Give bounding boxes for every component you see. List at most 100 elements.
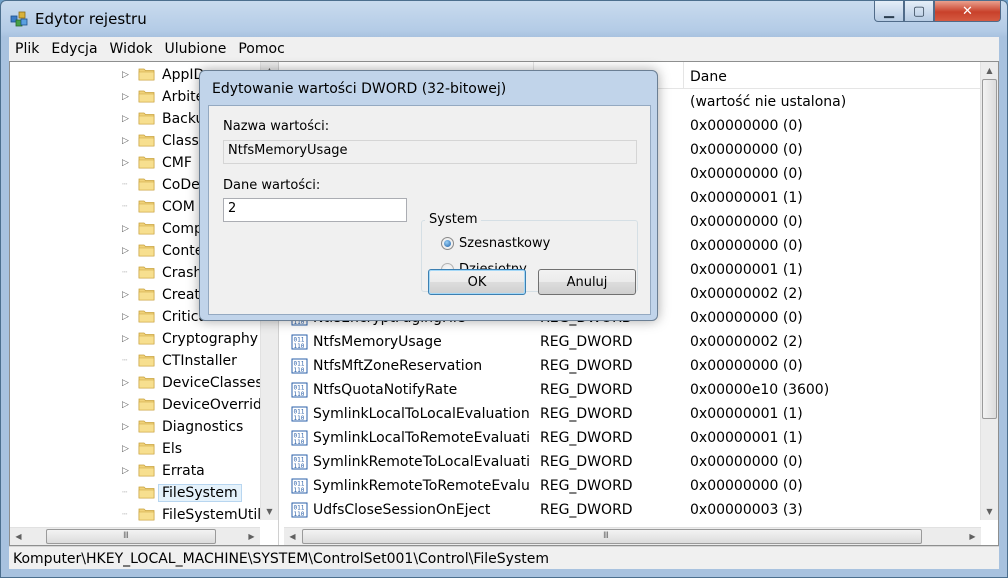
value-data-cell: 0x00000003 (3) (690, 502, 803, 518)
svg-text:110: 110 (294, 343, 305, 350)
folder-icon (138, 222, 155, 235)
expand-arrow-icon[interactable]: ▷ (122, 400, 132, 410)
title-bar[interactable]: Edytor rejestru ▁ ▢ ✕ (1, 1, 1007, 37)
radio-checked-icon (441, 237, 454, 250)
tree-item[interactable]: ▷ Els (10, 438, 260, 460)
scroll-right-icon[interactable]: ▶ (243, 528, 260, 545)
tree-item[interactable]: ┄ FileSystem (10, 482, 260, 504)
list-row[interactable]: 011 110 NtfsMftZoneReservation REG_DWORD 0x0… (284, 354, 981, 378)
list-vscroll-thumb[interactable] (982, 79, 997, 419)
expand-arrow-icon[interactable]: ▷ (122, 422, 132, 432)
menu-edycja[interactable]: Edycja (45, 41, 103, 57)
expand-arrow-icon[interactable]: ▷ (122, 92, 132, 102)
value-name-cell: NtfsMemoryUsage (313, 334, 442, 350)
list-row[interactable]: 011 110 NtfsQuotaNotifyRate REG_DWORD 0x0000… (284, 378, 981, 402)
value-name-cell: UdfsCloseSessionOnEject (313, 502, 491, 518)
scroll-left-icon[interactable]: ◀ (284, 528, 301, 545)
tree-item-label: CMF (162, 155, 192, 171)
scroll-down-icon[interactable]: ▼ (981, 503, 998, 520)
value-name-cell: SymlinkLocalToLocalEvaluation (313, 406, 530, 422)
expand-arrow-icon[interactable]: ▷ (122, 224, 132, 234)
column-header-data[interactable]: Dane (684, 62, 984, 88)
folder-icon (138, 486, 155, 499)
expand-arrow-icon[interactable]: ▷ (122, 444, 132, 454)
svg-text:110: 110 (294, 415, 305, 422)
tree-item-label: Diagnostics (162, 419, 244, 435)
expand-arrow-icon[interactable]: ▷ (122, 466, 132, 476)
value-name-cell: SymlinkRemoteToRemoteEvalu... (313, 478, 531, 494)
expand-arrow-icon[interactable]: ▷ (122, 158, 132, 168)
folder-icon (138, 90, 155, 103)
folder-icon (138, 244, 155, 257)
cancel-button[interactable]: Anuluj (538, 269, 636, 295)
close-button[interactable]: ✕ (934, 1, 1001, 22)
list-vertical-scrollbar[interactable]: ▲ ▼ (980, 62, 998, 520)
expand-arrow-icon[interactable]: ▷ (122, 290, 132, 300)
tree-item[interactable]: ▷ Diagnostics (10, 416, 260, 438)
tree-line-icon: ┄ (122, 510, 128, 520)
value-data-cell: 0x00000001 (1) (690, 190, 803, 206)
list-horizontal-scrollbar[interactable]: ◀ III ▶ (284, 527, 981, 545)
menu-plik[interactable]: Plik (9, 41, 45, 57)
list-row[interactable]: 011 110 SymlinkRemoteToLocalEvaluati... REG… (284, 450, 981, 474)
scroll-down-icon[interactable]: ▼ (261, 503, 278, 520)
value-name-cell: SymlinkRemoteToLocalEvaluati... (313, 454, 531, 470)
radio-hexadecimal[interactable]: Szesnastkowy (441, 236, 550, 251)
value-name-field[interactable]: NtfsMemoryUsage (223, 140, 637, 164)
expand-arrow-icon[interactable]: ▷ (122, 246, 132, 256)
value-data-input[interactable]: 2 (223, 198, 407, 222)
svg-text:110: 110 (294, 487, 305, 494)
list-row[interactable]: 011 110 NtfsMemoryUsage REG_DWORD 0x00000002… (284, 330, 981, 354)
expand-arrow-icon[interactable]: ▷ (122, 378, 132, 388)
value-type-cell: REG_DWORD (540, 454, 633, 470)
tree-line-icon: ┄ (122, 268, 128, 278)
value-type-cell: REG_DWORD (540, 382, 633, 398)
folder-icon (138, 420, 155, 433)
menu-ulubione[interactable]: Ulubione (159, 41, 233, 57)
folder-icon (138, 200, 155, 213)
tree-item[interactable]: ┄ CTInstaller (10, 350, 260, 372)
ok-button[interactable]: OK (428, 269, 526, 295)
tree-hscroll-thumb[interactable]: III (46, 529, 216, 544)
value-name-cell: SymlinkLocalToRemoteEvaluati... (313, 430, 531, 446)
maximize-button[interactable]: ▢ (904, 1, 934, 22)
minimize-button[interactable]: ▁ (874, 1, 904, 22)
folder-icon (138, 310, 155, 323)
tree-item[interactable]: ▷ DeviceClasses (10, 372, 260, 394)
tree-item[interactable]: ▷ DeviceOverrid (10, 394, 260, 416)
list-row[interactable]: 011 110 SymlinkRemoteToRemoteEvalu... REG_D… (284, 474, 981, 498)
folder-icon (138, 354, 155, 367)
folder-icon (138, 134, 155, 147)
scroll-left-icon[interactable]: ◀ (10, 528, 27, 545)
expand-arrow-icon[interactable]: ▷ (122, 114, 132, 124)
dialog-body: Nazwa wartości: NtfsMemoryUsage Dane war… (208, 105, 651, 315)
tree-item[interactable]: ▷ Errata (10, 460, 260, 482)
dword-value-icon: 011110 (291, 502, 308, 518)
tree-item[interactable]: ┄ FileSystemUtili (10, 504, 260, 526)
list-row[interactable]: 011 110 SymlinkLocalToRemoteEvaluati... REG… (284, 426, 981, 450)
expand-arrow-icon[interactable]: ▷ (122, 334, 132, 344)
expand-arrow-icon[interactable]: ▷ (122, 70, 132, 80)
value-name-cell: NtfsMftZoneReservation (313, 358, 483, 374)
list-row[interactable]: 011 110 UdfsCloseSessionOnEject REG_DWORD 0x… (284, 498, 981, 522)
menu-widok[interactable]: Widok (104, 41, 159, 57)
expand-arrow-icon[interactable]: ▷ (122, 312, 132, 322)
value-data-label: Dane wartości: (223, 178, 321, 193)
scroll-up-icon[interactable]: ▲ (981, 62, 998, 79)
expand-arrow-icon[interactable]: ▷ (122, 136, 132, 146)
menu-pomoc[interactable]: Pomoc (232, 41, 290, 57)
tree-item[interactable]: ▷ Cryptography (10, 328, 260, 350)
scroll-right-icon[interactable]: ▶ (964, 528, 981, 545)
list-hscroll-thumb[interactable]: III (302, 529, 922, 544)
folder-icon (138, 508, 155, 521)
value-data-cell: 0x00000000 (0) (690, 358, 803, 374)
tree-horizontal-scrollbar[interactable]: ◀ III ▶ (10, 527, 260, 545)
dialog-title: Edytowanie wartości DWORD (32-bitowej) (212, 81, 507, 97)
tree-item-label: DeviceClasses (162, 375, 260, 391)
list-row[interactable]: 011 110 SymlinkLocalToLocalEvaluation REG_D… (284, 402, 981, 426)
value-data-cell: 0x00000000 (0) (690, 310, 803, 326)
tree-item-label: FileSystem (158, 484, 242, 502)
folder-icon (138, 266, 155, 279)
tree-item-label: CTInstaller (162, 353, 237, 369)
base-group-title: System (425, 212, 482, 227)
